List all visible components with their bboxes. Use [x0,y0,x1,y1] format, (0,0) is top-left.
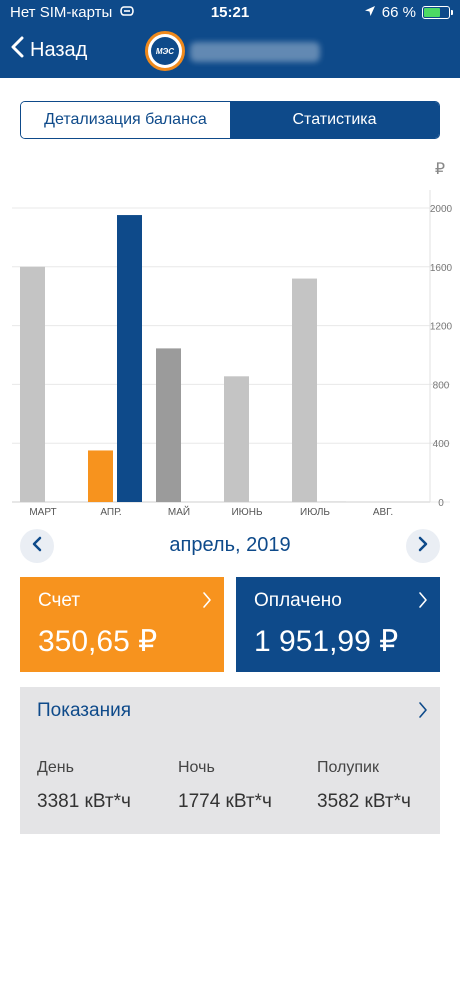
reading-day: День 3381 кВт*ч [37,759,131,813]
bill-card[interactable]: Счет 350,65 ₽ [20,577,224,672]
reading-night-value: 1774 кВт*ч [178,791,272,812]
readings-chevron-right-icon[interactable] [418,701,428,724]
y-tick-label: 1600 [430,263,453,274]
status-right: 66 % [364,4,453,21]
x-tick-label: АВГ. [373,507,393,518]
status-bar: Нет SIM-карты 15:21 66 % [0,0,460,26]
bill-value: 350,65 ₽ [38,625,158,658]
reading-night: Ночь 1774 кВт*ч [178,759,272,813]
reading-day-label: День [37,759,74,776]
bar-0-2 [156,348,181,502]
y-tick-label: 0 [438,498,444,509]
reading-peak-value: 3582 кВт*ч [317,791,411,812]
y-tick-label: 2000 [430,204,453,215]
paid-value: 1 951,99 ₽ [254,625,399,658]
location-arrow-icon [364,4,376,21]
bill-title: Счет [38,590,81,611]
chevron-left-icon [10,36,24,64]
bar-1-1 [117,215,142,502]
bar-0-1 [88,450,113,502]
reading-peak-label: Полупик [317,759,379,776]
y-tick-label: 1200 [430,322,453,333]
chevron-right-icon [418,591,428,614]
back-button[interactable]: Назад [10,36,87,64]
chart-svg: ₽0 400 800 1200 1600 2000 МАРТ АПР. МАЙ ИЮНЬ ИЮЛЬ А… [12,161,453,518]
chevron-right-icon [418,536,428,557]
current-month-label: апрель, 2019 [169,534,291,556]
reading-night-label: Ночь [178,759,215,776]
account-number-blurred [190,42,320,62]
reading-peak: Полупик 3582 кВт*ч [317,759,411,813]
y-tick-label: 400 [433,439,450,450]
next-month-button[interactable] [406,529,440,563]
y-tick-label: 800 [433,380,450,391]
statistics-chart: ₽0 400 800 1200 1600 2000 МАРТ АПР. МАЙ ИЮНЬ ИЮЛЬ А… [0,150,460,525]
company-logo: МЭС [145,31,185,71]
back-label: Назад [30,38,88,61]
chevron-right-icon [202,591,212,614]
battery-icon [422,6,453,19]
segmented-control: Детализация баланса Статистика [20,101,440,139]
x-tick-label: МАРТ [29,507,56,518]
bar-0-0 [20,266,45,502]
battery-fill [424,8,440,17]
x-tick-label: ИЮЛЬ [300,507,330,518]
paid-card[interactable]: Оплачено 1 951,99 ₽ [236,577,440,672]
month-navigator: апрель, 2019 [20,527,440,565]
tab-balance-details[interactable]: Детализация баланса [21,102,230,138]
currency-symbol: ₽ [435,161,445,178]
x-tick-label: ИЮНЬ [231,507,263,518]
app-header: Нет SIM-карты 15:21 66 % Назад МЭС [0,0,460,78]
logo-text: МЭС [151,37,179,65]
bar-0-3 [224,376,249,502]
x-tick-label: МАЙ [168,505,190,518]
paid-title: Оплачено [254,590,342,611]
reading-day-value: 3381 кВт*ч [37,791,131,812]
bar-0-4 [292,278,317,502]
battery-percent: 66 % [381,4,416,21]
x-tick-label: АПР. [100,507,121,518]
meter-readings-panel: Показания День 3381 кВт*ч Ночь 1774 кВт*… [20,687,440,834]
tab-statistics[interactable]: Статистика [230,102,439,138]
readings-title: Показания [37,700,131,721]
